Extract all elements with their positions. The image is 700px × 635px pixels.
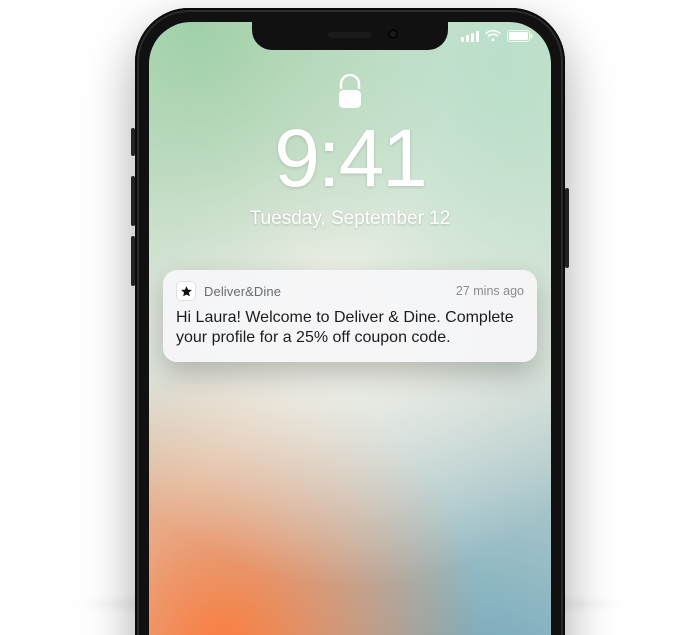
notification-card[interactable]: Deliver&Dine 27 mins ago Hi Laura! Welco… [163, 270, 537, 362]
lock-icon [336, 74, 364, 117]
phone-frame: 9:41 Tuesday, September 12 Deliver&Dine … [135, 8, 565, 635]
lockscreen-time: 9:41 [149, 118, 551, 200]
wifi-icon [485, 30, 501, 42]
phone-screen[interactable]: 9:41 Tuesday, September 12 Deliver&Dine … [149, 22, 551, 635]
lockscreen-date: Tuesday, September 12 [149, 208, 551, 230]
notification-time: 27 mins ago [456, 284, 524, 298]
stage: 9:41 Tuesday, September 12 Deliver&Dine … [0, 0, 700, 635]
status-bar [461, 30, 533, 42]
side-button [565, 188, 569, 268]
volume-down-button [131, 236, 135, 286]
notification-header: Deliver&Dine 27 mins ago [176, 281, 524, 301]
notification-body: Hi Laura! Welcome to Deliver & Dine. Com… [176, 308, 524, 349]
star-icon [176, 281, 196, 301]
mute-switch [131, 128, 135, 156]
cellular-icon [461, 30, 479, 42]
notification-app-name: Deliver&Dine [204, 284, 281, 299]
battery-icon [507, 30, 533, 42]
notch [252, 22, 448, 50]
volume-up-button [131, 176, 135, 226]
